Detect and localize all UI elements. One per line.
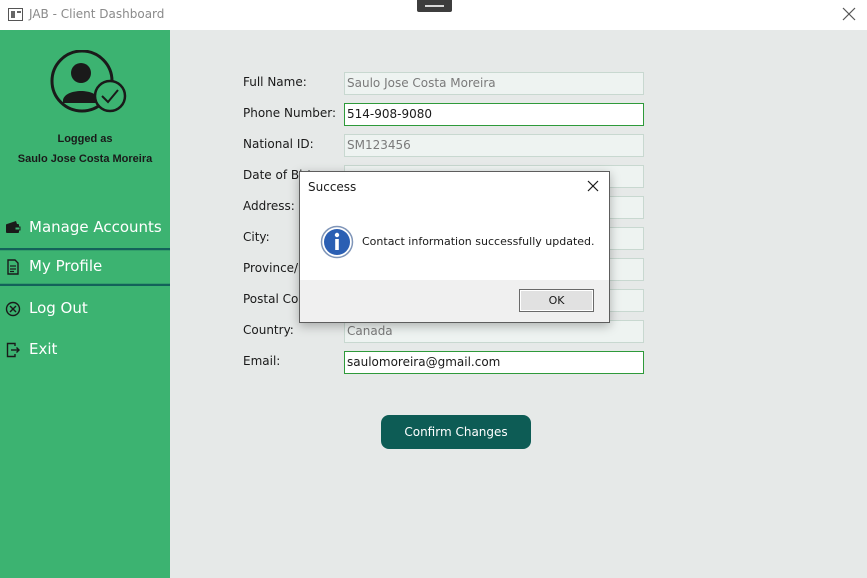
- address-label: Address:: [243, 199, 295, 213]
- postal-code-label: Postal Cod: [243, 292, 306, 306]
- country-label: Country:: [243, 323, 294, 337]
- phone-label: Phone Number:: [243, 106, 337, 120]
- national-id-field[interactable]: SM123456: [344, 134, 644, 157]
- sidebar-item-label: Exit: [29, 340, 58, 358]
- city-label: City:: [243, 230, 270, 244]
- province-label: Province/S: [243, 261, 306, 275]
- drag-handle-icon[interactable]: [417, 0, 452, 12]
- dialog-footer: OK: [300, 280, 609, 322]
- sidebar-item-my-profile[interactable]: My Profile: [0, 248, 190, 286]
- circle-x-icon: [5, 301, 21, 317]
- window-title: JAB - Client Dashboard: [29, 7, 165, 21]
- ok-button[interactable]: OK: [519, 289, 594, 312]
- app-window-icon: [8, 8, 23, 21]
- logged-as-label: Logged as: [57, 133, 113, 145]
- close-icon[interactable]: [840, 5, 858, 23]
- country-field[interactable]: Canada: [344, 320, 644, 343]
- email-field[interactable]: saulomoreira@gmail.com: [344, 351, 644, 374]
- confirm-changes-button[interactable]: Confirm Changes: [381, 415, 531, 449]
- exit-icon: [6, 342, 20, 358]
- info-icon: [320, 225, 354, 259]
- sidebar-item-label: Log Out: [29, 299, 88, 317]
- document-icon: [7, 259, 19, 275]
- sidebar-item-log-out[interactable]: Log Out: [0, 291, 170, 327]
- wallet-icon: [6, 221, 21, 233]
- dialog-close-icon[interactable]: [586, 179, 600, 193]
- sidebar: Logged as Saulo Jose Costa Moreira Manag…: [0, 30, 190, 578]
- sidebar-item-exit[interactable]: Exit: [0, 332, 170, 368]
- logged-user-name: Saulo Jose Costa Moreira: [17, 153, 153, 165]
- sidebar-item-label: My Profile: [29, 257, 103, 275]
- full-name-field[interactable]: Saulo Jose Costa Moreira: [344, 72, 644, 95]
- dialog-title: Success: [308, 180, 357, 194]
- success-dialog: Success Contact information successfully…: [299, 171, 610, 323]
- email-label: Email:: [243, 354, 281, 368]
- phone-field[interactable]: 514-908-9080: [344, 103, 644, 126]
- full-name-label: Full Name:: [243, 75, 307, 89]
- window-titlebar[interactable]: JAB - Client Dashboard: [0, 0, 867, 30]
- dialog-message: Contact information successfully updated…: [362, 235, 595, 248]
- sidebar-item-manage-accounts[interactable]: Manage Accounts: [0, 210, 170, 246]
- sidebar-item-label: Manage Accounts: [29, 218, 162, 236]
- user-check-icon: [50, 50, 127, 113]
- national-id-label: National ID:: [243, 137, 314, 151]
